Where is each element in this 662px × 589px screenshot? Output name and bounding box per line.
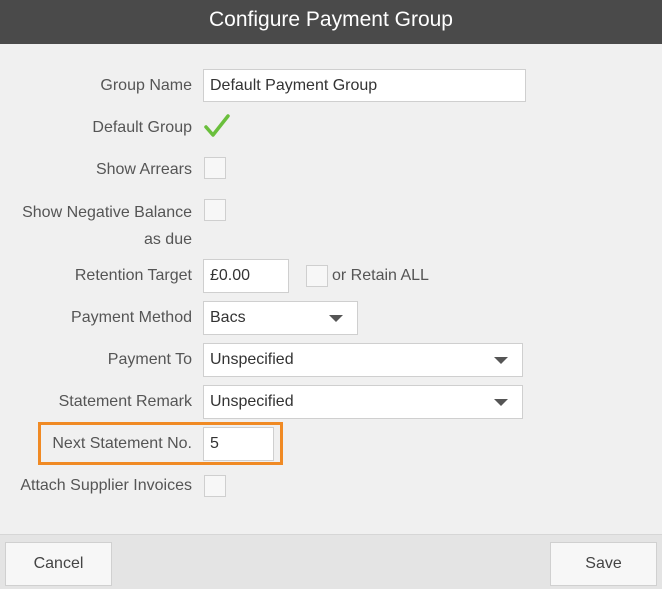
show-negative-balance-label-line2: as due [143,231,192,248]
next-statement-no-label: Next Statement No. [52,435,192,452]
show-arrears-label: Show Arrears [95,161,192,178]
retention-target-input[interactable]: £0.00 [203,259,289,293]
retention-target-label: Retention Target [74,267,192,284]
save-button[interactable]: Save [550,542,657,586]
dialog-title: Configure Payment Group [0,0,662,44]
chevron-down-icon [494,357,508,364]
show-negative-balance-label: Show Negative Balance as due [22,199,192,253]
show-negative-balance-checkbox[interactable] [204,199,226,221]
statement-remark-value: Unspecified [210,393,294,410]
payment-method-select[interactable]: Bacs [203,301,358,335]
checkmark-icon [204,114,230,137]
payment-to-value: Unspecified [210,351,294,368]
payment-method-value: Bacs [210,309,246,326]
payment-to-select[interactable]: Unspecified [203,343,523,377]
statement-remark-select[interactable]: Unspecified [203,385,523,419]
group-name-label: Group Name [100,77,192,94]
default-group-checkbox[interactable] [203,113,231,141]
next-statement-no-input[interactable]: 5 [203,427,274,461]
payment-method-label: Payment Method [71,309,192,326]
show-arrears-checkbox[interactable] [204,157,226,179]
attach-supplier-invoices-label: Attach Supplier Invoices [20,477,192,494]
chevron-down-icon [494,399,508,406]
default-group-label: Default Group [92,119,192,136]
retain-all-label: or Retain ALL [332,267,429,284]
show-negative-balance-label-line1: Show Negative Balance [22,204,192,221]
payment-to-label: Payment To [107,351,192,368]
chevron-down-icon [329,315,343,322]
group-name-input[interactable]: Default Payment Group [203,69,526,102]
cancel-button[interactable]: Cancel [5,542,112,586]
retain-all-checkbox[interactable] [306,265,328,287]
statement-remark-label: Statement Remark [58,393,192,410]
attach-supplier-invoices-checkbox[interactable] [204,475,226,497]
